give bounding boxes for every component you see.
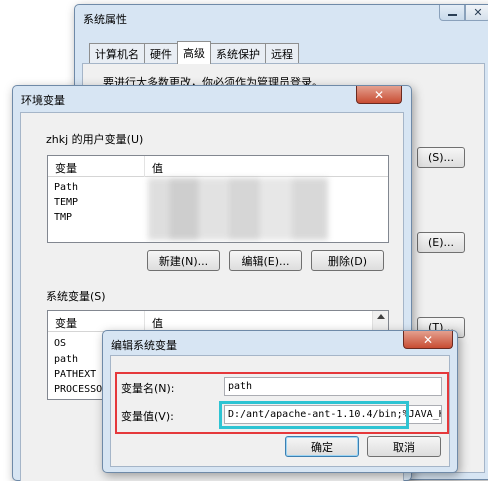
tab-bar: 计算机名 硬件 高级 系统保护 远程 — [89, 41, 299, 64]
list-header: 变量 值 — [48, 156, 388, 177]
redacted-values — [148, 178, 328, 240]
window-title: 环境变量 — [21, 94, 65, 107]
delete-variable-button[interactable]: 删除(D) — [311, 250, 384, 271]
close-icon: ✕ — [473, 6, 483, 19]
minimize-icon — [447, 14, 457, 16]
user-variables-label: zhkj 的用户变量(U) — [46, 133, 144, 146]
close-button[interactable]: ✕ — [465, 5, 488, 21]
user-variables-list[interactable]: 变量 值 Path TEMP TMP — [47, 155, 389, 243]
list-header: 变量 值 — [48, 311, 388, 332]
column-value: 值 — [152, 162, 163, 175]
list-item[interactable]: Path — [54, 182, 78, 193]
list-item[interactable]: path — [54, 354, 78, 365]
list-item[interactable]: TMP — [54, 212, 72, 223]
close-button[interactable]: ✕ — [403, 331, 453, 349]
list-item[interactable]: PATHEXT — [54, 369, 96, 380]
cancel-button[interactable]: 取消 — [367, 436, 441, 457]
list-item[interactable]: PROCESSO — [54, 384, 102, 395]
close-icon: ✕ — [422, 332, 434, 347]
new-variable-button[interactable]: 新建(N)... — [147, 250, 220, 271]
profile-settings-button[interactable]: (E)... — [417, 232, 465, 253]
ok-button[interactable]: 确定 — [285, 436, 359, 457]
scroll-up-icon[interactable] — [377, 314, 385, 319]
column-value: 值 — [152, 317, 163, 330]
close-icon: ✕ — [373, 87, 385, 102]
column-variable: 变量 — [55, 317, 77, 330]
window-title: 系统属性 — [83, 13, 127, 26]
list-item[interactable]: TEMP — [54, 197, 78, 208]
tab-hardware[interactable]: 硬件 — [144, 43, 178, 64]
tab-remote[interactable]: 远程 — [265, 43, 299, 64]
system-variables-label: 系统变量(S) — [46, 290, 106, 303]
highlight-cyan-box — [219, 401, 409, 429]
tab-advanced[interactable]: 高级 — [177, 41, 211, 64]
column-variable: 变量 — [55, 162, 77, 175]
dialog-title: 编辑系统变量 — [111, 339, 177, 352]
list-item[interactable]: OS — [54, 338, 66, 349]
tab-system-protection[interactable]: 系统保护 — [210, 43, 266, 64]
performance-settings-button[interactable]: (S)... — [417, 147, 465, 168]
tab-computer-name[interactable]: 计算机名 — [89, 43, 145, 64]
close-button[interactable]: ✕ — [356, 86, 402, 104]
minimize-button[interactable] — [439, 5, 465, 21]
edit-variable-button[interactable]: 编辑(E)... — [229, 250, 302, 271]
